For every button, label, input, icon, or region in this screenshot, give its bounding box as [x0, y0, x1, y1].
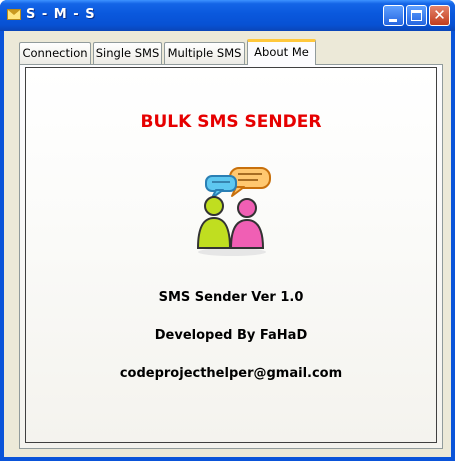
maximize-icon [411, 10, 422, 21]
title-bar[interactable]: S - M - S ✕ [0, 0, 455, 31]
chat-people-icon [186, 160, 278, 258]
window-client-area: Connection Single SMS Multiple SMS About… [4, 31, 451, 457]
minimize-icon [389, 19, 397, 22]
close-button[interactable]: ✕ [429, 5, 450, 26]
email-text: codeprojecthelper@gmail.com [119, 366, 343, 381]
about-frame: BULK SMS SENDER SMS Sender Ver 1.0 Devel… [25, 67, 437, 443]
window-title: S - M - S [26, 7, 96, 22]
close-icon: ✕ [433, 6, 446, 24]
maximize-button[interactable] [406, 5, 427, 26]
envelope-icon [7, 9, 21, 20]
version-text: SMS Sender Ver 1.0 [158, 290, 304, 305]
tab-single-sms[interactable]: Single SMS [93, 42, 162, 64]
tab-multiple-sms[interactable]: Multiple SMS [164, 42, 245, 64]
developer-text: Developed By FaHaD [154, 328, 308, 343]
app-window: S - M - S ✕ Connection Single SMS Multip… [0, 0, 455, 461]
tab-connection[interactable]: Connection [19, 42, 91, 64]
minimize-button[interactable] [383, 5, 404, 26]
app-heading: BULK SMS SENDER [140, 112, 322, 132]
tab-about-me[interactable]: About Me [247, 39, 316, 65]
about-tab-panel: BULK SMS SENDER SMS Sender Ver 1.0 Devel… [19, 64, 443, 449]
